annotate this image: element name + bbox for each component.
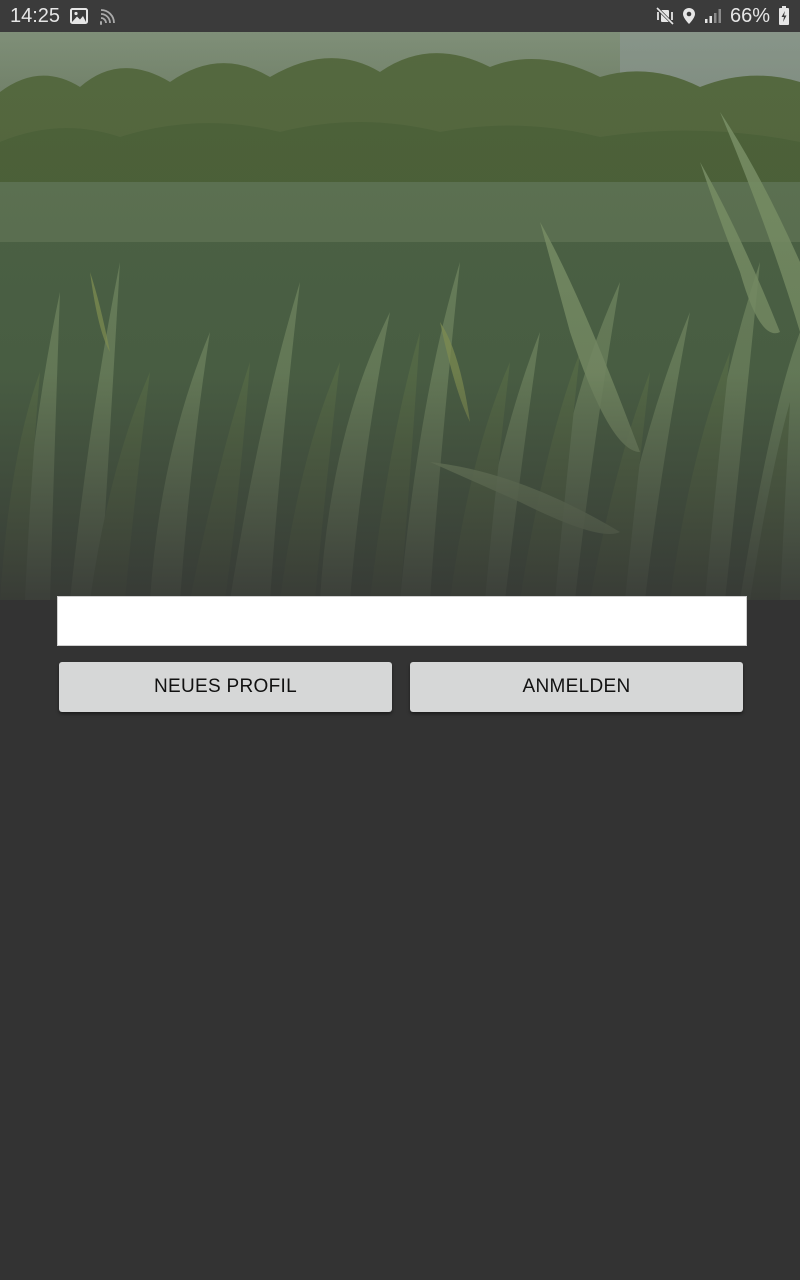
status-left: 14:25 [10,5,116,28]
image-icon [70,8,89,24]
grass-field-illustration [0,32,800,600]
mute-vibrate-icon [655,7,674,25]
battery-charging-icon [778,6,790,26]
button-row: NEUES PROFIL ANMELDEN [59,662,743,712]
hero-image [0,32,800,600]
status-bar: 14:25 66% [0,0,800,32]
cast-icon [98,7,116,25]
signal-icon [704,8,722,24]
new-profile-button[interactable]: NEUES PROFIL [59,662,392,712]
status-time: 14:25 [10,4,61,27]
location-icon [682,7,696,25]
status-right: 66% [655,4,790,28]
login-form [57,596,747,646]
profile-name-input[interactable] [57,596,747,646]
battery-percent: 66% [729,4,770,27]
login-button[interactable]: ANMELDEN [410,662,743,712]
